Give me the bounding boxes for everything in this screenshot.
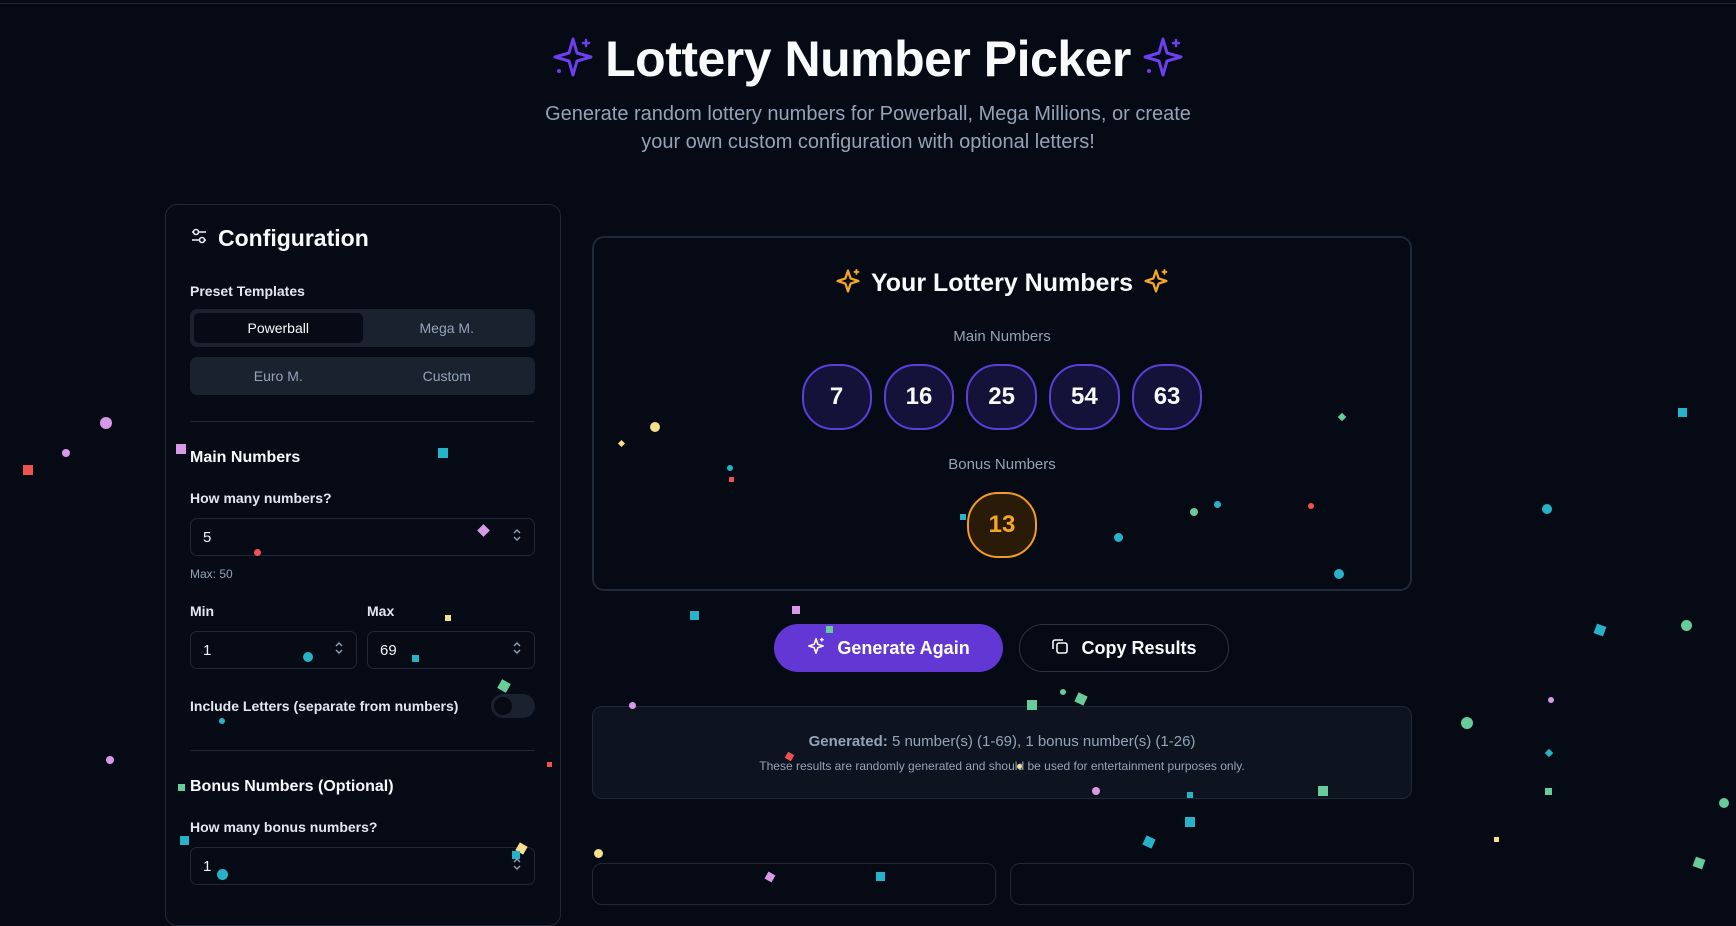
confetti-piece — [106, 756, 114, 764]
sparkles-icon — [1143, 37, 1183, 82]
confetti-piece — [1074, 692, 1088, 706]
generated-label: Generated: — [808, 733, 888, 750]
bonus-numbers-label: Bonus Numbers — [948, 456, 1056, 473]
stepper-icon[interactable] — [334, 640, 344, 660]
results-title: Your Lottery Numbers — [870, 269, 1134, 297]
stepper-icon[interactable] — [512, 856, 522, 876]
sliders-icon — [190, 227, 208, 250]
main-number-ball: 25 — [966, 364, 1037, 430]
how-many-bonus-label: How many bonus numbers? — [190, 819, 378, 835]
generation-info-box: Generated: 5 number(s) (1-69), 1 bonus n… — [592, 706, 1412, 799]
confetti-piece — [690, 611, 699, 620]
confetti-piece — [23, 465, 33, 475]
preset-tabs-row-1: Powerball Mega M. — [190, 309, 535, 347]
min-input[interactable]: 1 — [190, 631, 357, 669]
confetti-piece — [62, 449, 70, 457]
confetti-piece — [792, 606, 800, 614]
copy-icon — [1051, 637, 1069, 660]
confetti-piece — [1678, 408, 1687, 417]
bonus-number-ball: 13 — [966, 492, 1038, 558]
how-many-numbers-label: How many numbers? — [190, 490, 332, 506]
confetti-piece — [1719, 798, 1729, 808]
confetti-piece — [1593, 623, 1607, 637]
include-letters-label: Include Letters (separate from numbers) — [190, 698, 459, 714]
copy-results-button[interactable]: Copy Results — [1019, 624, 1229, 672]
copy-results-label: Copy Results — [1081, 637, 1197, 658]
configuration-panel: Configuration Preset Templates Powerball… — [165, 204, 561, 926]
bonus-numbers-section-title: Bonus Numbers (Optional) — [190, 778, 394, 795]
include-letters-toggle[interactable] — [491, 694, 535, 718]
preset-custom[interactable]: Custom — [363, 361, 532, 391]
confetti-piece — [1494, 837, 1499, 842]
main-numbers-row: 7 16 25 54 63 — [594, 364, 1410, 430]
main-number-ball: 54 — [1049, 364, 1120, 430]
preset-tabs-row-2: Euro M. Custom — [190, 357, 535, 395]
min-value: 1 — [203, 641, 212, 659]
max-value: 69 — [380, 641, 397, 659]
main-numbers-section-title: Main Numbers — [190, 449, 301, 466]
how-many-numbers-input[interactable]: 5 — [190, 518, 535, 556]
preset-euro-millions[interactable]: Euro M. — [194, 361, 363, 391]
max-input[interactable]: 69 — [367, 631, 535, 669]
confetti-piece — [1461, 717, 1473, 729]
preset-templates-label: Preset Templates — [190, 283, 305, 299]
confetti-piece — [1185, 817, 1195, 827]
how-many-bonus-input[interactable]: 1 — [190, 847, 535, 885]
title-row: Lottery Number Picker — [0, 28, 1736, 90]
how-many-bonus-value: 1 — [203, 857, 212, 875]
confetti-piece — [594, 849, 603, 858]
confetti-piece — [1681, 620, 1692, 631]
confetti-piece — [1692, 856, 1706, 870]
stats-card — [1010, 863, 1414, 905]
sparkles-icon — [553, 37, 593, 82]
confetti-piece — [1142, 835, 1156, 849]
main-number-ball: 7 — [801, 364, 872, 430]
page-title: Lottery Number Picker — [605, 31, 1131, 87]
top-divider — [0, 3, 1736, 4]
max-label: Max — [367, 603, 395, 619]
configuration-header: Configuration — [190, 225, 369, 252]
confetti-piece — [1545, 788, 1552, 795]
results-header: Your Lottery Numbers — [594, 268, 1410, 299]
confetti-piece — [1542, 504, 1552, 514]
sparkles-icon — [835, 268, 861, 299]
main-number-ball: 16 — [883, 364, 955, 430]
generate-again-button[interactable]: Generate Again — [774, 624, 1003, 672]
stats-card — [592, 863, 996, 905]
main-numbers-label: Main Numbers — [953, 328, 1051, 345]
sparkles-icon — [1143, 268, 1169, 299]
preset-powerball[interactable]: Powerball — [194, 313, 363, 343]
confetti-piece — [1060, 689, 1066, 695]
min-label: Min — [190, 603, 215, 619]
results-card: Your Lottery Numbers Main Numbers 7 16 2… — [592, 236, 1412, 591]
stepper-icon[interactable] — [512, 640, 522, 660]
confetti-piece — [1544, 748, 1554, 758]
disclaimer-text: These results are randomly generated and… — [759, 759, 1245, 773]
configuration-title: Configuration — [218, 225, 369, 251]
bonus-numbers-row: 13 — [594, 492, 1410, 558]
sparkles-icon — [807, 637, 825, 660]
how-many-numbers-value: 5 — [203, 528, 212, 546]
max-hint: Max: 50 — [190, 567, 233, 581]
toggle-knob — [494, 697, 512, 715]
page-header: Lottery Number Picker Generate random lo… — [0, 28, 1736, 156]
page-subtitle: Generate random lottery numbers for Powe… — [545, 103, 1191, 153]
generated-text: 5 number(s) (1-69), 1 bonus number(s) (1… — [891, 733, 1196, 750]
generated-summary: Generated: 5 number(s) (1-69), 1 bonus n… — [593, 733, 1411, 750]
divider — [190, 750, 535, 751]
divider — [190, 421, 535, 422]
confetti-piece — [1548, 697, 1554, 703]
confetti-piece — [100, 417, 112, 429]
generate-again-label: Generate Again — [837, 637, 970, 658]
stepper-icon[interactable] — [512, 527, 522, 547]
preset-mega-millions[interactable]: Mega M. — [363, 313, 532, 343]
main-number-ball: 63 — [1131, 364, 1203, 430]
